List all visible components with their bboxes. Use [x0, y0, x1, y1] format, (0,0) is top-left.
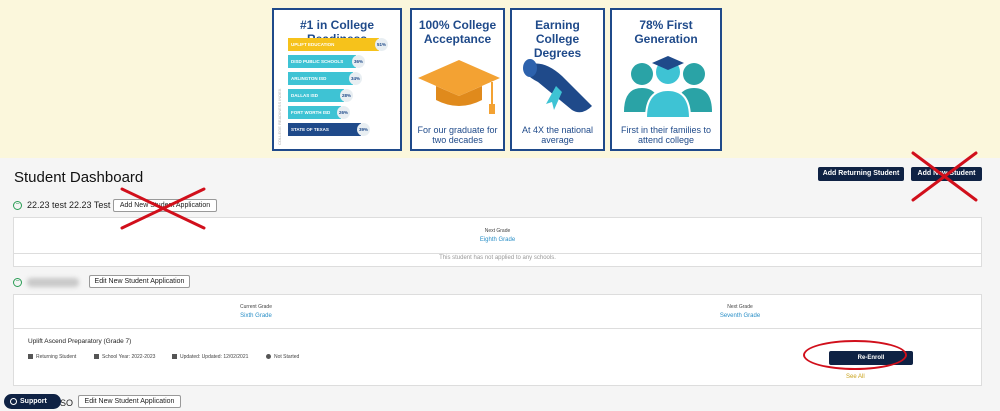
red-x-mark — [911, 151, 978, 202]
red-x-annotations — [120, 151, 978, 230]
red-x-mark — [120, 187, 206, 230]
